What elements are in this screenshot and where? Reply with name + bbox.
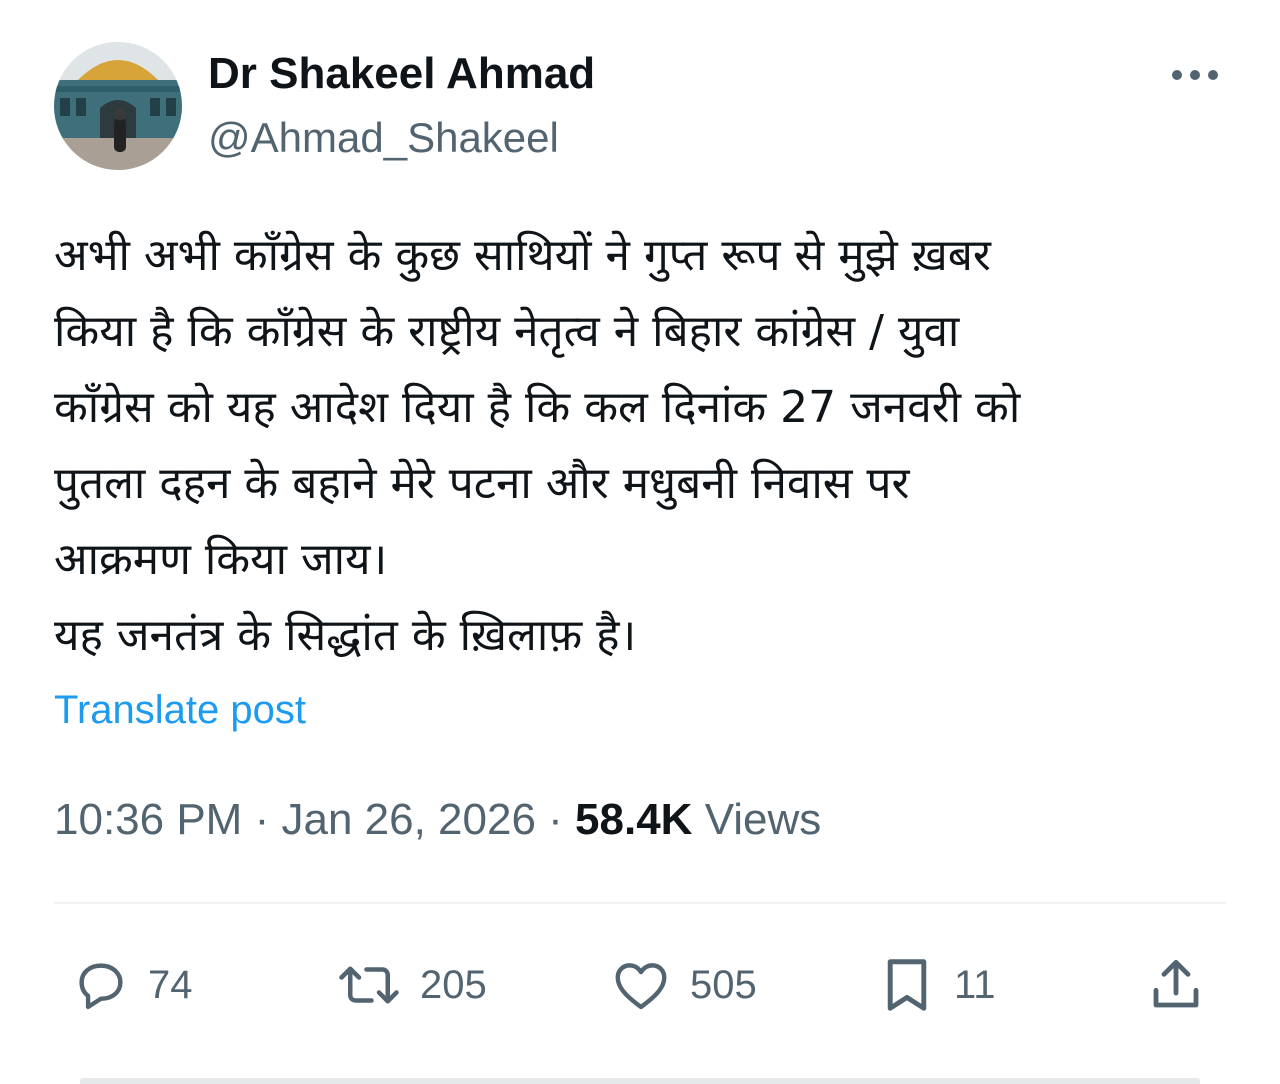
like-count: 505 xyxy=(690,963,757,1007)
like-button[interactable]: 505 xyxy=(608,940,757,1030)
repost-button[interactable]: 205 xyxy=(334,940,487,1030)
post-time[interactable]: 10:36 PM xyxy=(54,795,242,844)
bookmark-count: 11 xyxy=(954,963,996,1007)
translate-post-link[interactable]: Translate post xyxy=(54,684,306,736)
divider xyxy=(54,902,1226,904)
post-text: अभी अभी कॉंग्रेस के कुछ साथियों ने गुप्त… xyxy=(54,218,1234,674)
avatar[interactable] xyxy=(54,42,182,170)
post-text-line: आक्रमण किया जाय। xyxy=(54,534,388,585)
reply-icon xyxy=(79,963,123,1010)
post-text-line: अभी अभी कॉंग्रेस के कुछ साथियों ने गुप्त… xyxy=(54,230,991,281)
heart-icon xyxy=(615,963,667,1010)
author-display-name[interactable]: Dr Shakeel Ahmad xyxy=(208,44,595,104)
reply-button[interactable]: 74 xyxy=(70,940,193,1030)
author-handle[interactable]: @Ahmad_Shakeel xyxy=(208,110,559,166)
views-label: Views xyxy=(704,795,822,844)
post-date[interactable]: Jan 26, 2026 xyxy=(281,795,535,844)
tweet-post: Dr Shakeel Ahmad @Ahmad_Shakeel अभी अभी … xyxy=(0,0,1280,1084)
avatar-image xyxy=(54,42,182,170)
bookmark-button[interactable]: 11 xyxy=(876,940,996,1030)
post-text-line: कॉंग्रेस को यह आदेश दिया है कि कल दिनांक… xyxy=(54,382,1021,433)
bottom-edge xyxy=(80,1078,1200,1084)
post-text-line: पुतला दहन के बहाने मेरे पटना और मधुबनी न… xyxy=(54,458,910,509)
repost-icon xyxy=(339,966,399,1004)
meta-separator: · xyxy=(254,795,270,844)
meta-separator: · xyxy=(548,795,563,844)
views-count: 58.4K xyxy=(575,795,693,844)
post-text-line: किया है कि कॉंग्रेस के राष्ट्रीय नेतृत्व… xyxy=(54,306,960,357)
more-horizontal-icon xyxy=(1172,70,1218,80)
post-metadata: 10:36 PM · Jan 26, 2026 · 58.4K Views xyxy=(54,792,821,848)
reply-count: 74 xyxy=(148,963,193,1007)
post-text-line: यह जनतंत्र के सिद्धांत के ख़िलाफ़ है। xyxy=(54,610,637,661)
more-options-button[interactable] xyxy=(1160,52,1230,98)
share-icon xyxy=(1153,959,1199,1008)
repost-count: 205 xyxy=(420,963,487,1007)
action-bar: 74 205 505 11 xyxy=(0,940,1280,1030)
bookmark-icon xyxy=(887,959,927,1011)
share-button[interactable] xyxy=(1144,940,1208,1030)
